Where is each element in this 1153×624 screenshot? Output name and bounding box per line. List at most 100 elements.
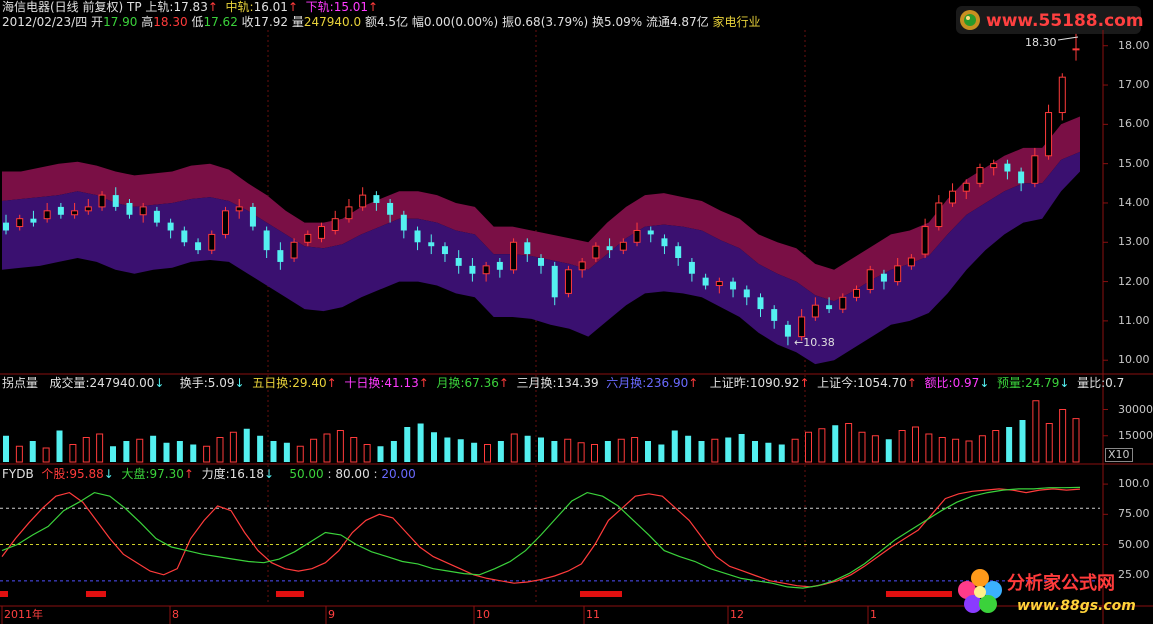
- volume-bar: [845, 423, 853, 463]
- amt-ratio-value: 0.97: [952, 376, 980, 390]
- volume-bar: [925, 433, 933, 463]
- candle-body: [661, 238, 668, 247]
- volume-bar: [484, 444, 491, 463]
- candle-body: [359, 194, 367, 208]
- fydb-stock-line: [1, 488, 1081, 588]
- fydb-stock-label: 个股:: [41, 467, 70, 481]
- candle-body: [675, 246, 682, 258]
- pred-vol-value: 24.79: [1025, 376, 1060, 390]
- volume-bar: [404, 427, 411, 462]
- volume-indicator-name[interactable]: 拐点量: [2, 376, 38, 390]
- candle-body: [290, 241, 298, 259]
- candle-body: [524, 242, 531, 255]
- fydb-header: FYDB 个股:95.88↓ 大盘:97.30↑ 力度:16.18↓ 50.00…: [2, 467, 416, 481]
- candle-body: [16, 218, 24, 228]
- fydb-market-label: 大盘:: [121, 467, 150, 481]
- candle-body: [743, 289, 750, 298]
- volume-bar: [190, 444, 197, 462]
- volume-bar: [538, 437, 544, 462]
- volume-bar: [551, 441, 558, 462]
- volume-bar: [805, 431, 812, 463]
- volume-bar: [431, 432, 437, 462]
- candle-body: [387, 202, 394, 215]
- volume-bar: [698, 441, 705, 462]
- fydb-signal-block: [276, 591, 304, 597]
- volume-bar: [978, 435, 986, 463]
- candle-body: [482, 265, 490, 275]
- volume-bar: [323, 433, 331, 463]
- fydb-name[interactable]: FYDB: [2, 467, 34, 481]
- volume-bar: [898, 430, 906, 463]
- m6-label: 六月换:: [606, 376, 647, 390]
- candle-body: [400, 214, 407, 231]
- volume-bar: [952, 438, 960, 463]
- candle-body: [811, 304, 819, 318]
- candle-body: [1018, 171, 1025, 184]
- sh-today-value: 1054.70: [857, 376, 907, 390]
- candle-body: [249, 206, 256, 227]
- volume-bar: [3, 435, 9, 462]
- volume-header: 拐点量 成交量:247940.00↓ 换手:5.09↓ 五日换:29.40↑ 十…: [2, 376, 1125, 390]
- volume-bar: [524, 435, 531, 462]
- candle-body: [866, 269, 874, 290]
- candle-body: [990, 163, 998, 169]
- m1-value: 67.36: [464, 376, 499, 390]
- volume-bar: [270, 441, 277, 462]
- volume-bar: [110, 446, 116, 462]
- volume-bar: [296, 445, 304, 463]
- volume-bar: [711, 438, 719, 463]
- volume-bar: [42, 447, 50, 463]
- fydb-stock-value: 95.88: [69, 467, 104, 481]
- volume-bar: [791, 438, 799, 463]
- candle-body: [414, 230, 421, 243]
- volume-bar: [203, 445, 211, 463]
- volume-bar: [752, 441, 758, 462]
- turnover-label: 换手:: [179, 376, 208, 390]
- candle-body: [469, 265, 476, 274]
- volume-bar: [163, 442, 170, 462]
- volume-bar: [871, 435, 879, 463]
- fydb-level-20: 20.00: [381, 467, 416, 481]
- volume-arrow: ↓: [154, 376, 165, 390]
- volume-bar: [765, 442, 772, 462]
- flower-logo-icon: [958, 569, 1002, 613]
- d5-value: 29.40: [292, 376, 327, 390]
- volume-bar: [243, 428, 250, 462]
- candle-body: [880, 273, 887, 282]
- volume-bar: [510, 433, 518, 463]
- candle-body: [715, 281, 723, 287]
- candle-body: [688, 261, 695, 274]
- volume-bar: [283, 442, 290, 462]
- fydb-market-line: [1, 486, 1081, 589]
- volume-axis-label: 15000: [1118, 428, 1153, 442]
- candle-body: [510, 241, 518, 271]
- volume-bar: [604, 441, 611, 462]
- candle-body: [221, 210, 229, 235]
- volume-axis-label: 30000: [1118, 402, 1153, 416]
- volume-bar: [444, 437, 451, 462]
- volume-bar: [417, 423, 424, 462]
- candle-body: [428, 242, 435, 247]
- price-low-annotation: ←10.38: [794, 336, 835, 349]
- pred-vol-label: 预量:: [997, 376, 1026, 390]
- candle-body: [921, 226, 929, 255]
- candle-body: [455, 258, 462, 266]
- candle-body: [126, 202, 133, 215]
- volume-bar: [591, 444, 598, 463]
- stock-chart-canvas[interactable]: [0, 0, 1153, 624]
- volume-bar: [832, 425, 839, 462]
- volume-bar: [377, 446, 384, 462]
- price-axis-label: 10.00: [1118, 353, 1150, 367]
- candle-body: [277, 250, 284, 262]
- high-marker-line: [1057, 36, 1079, 41]
- candle-body: [949, 190, 957, 204]
- candle-body: [606, 246, 613, 251]
- candle-body: [71, 210, 79, 216]
- candle-body: [853, 288, 861, 298]
- candle-body: [551, 265, 558, 298]
- volume-bar: [617, 438, 625, 463]
- d10-label: 十日换:: [344, 376, 385, 390]
- price-axis-label: 18.00: [1118, 38, 1150, 52]
- volume-bar: [1072, 418, 1080, 463]
- candle-body: [496, 261, 503, 270]
